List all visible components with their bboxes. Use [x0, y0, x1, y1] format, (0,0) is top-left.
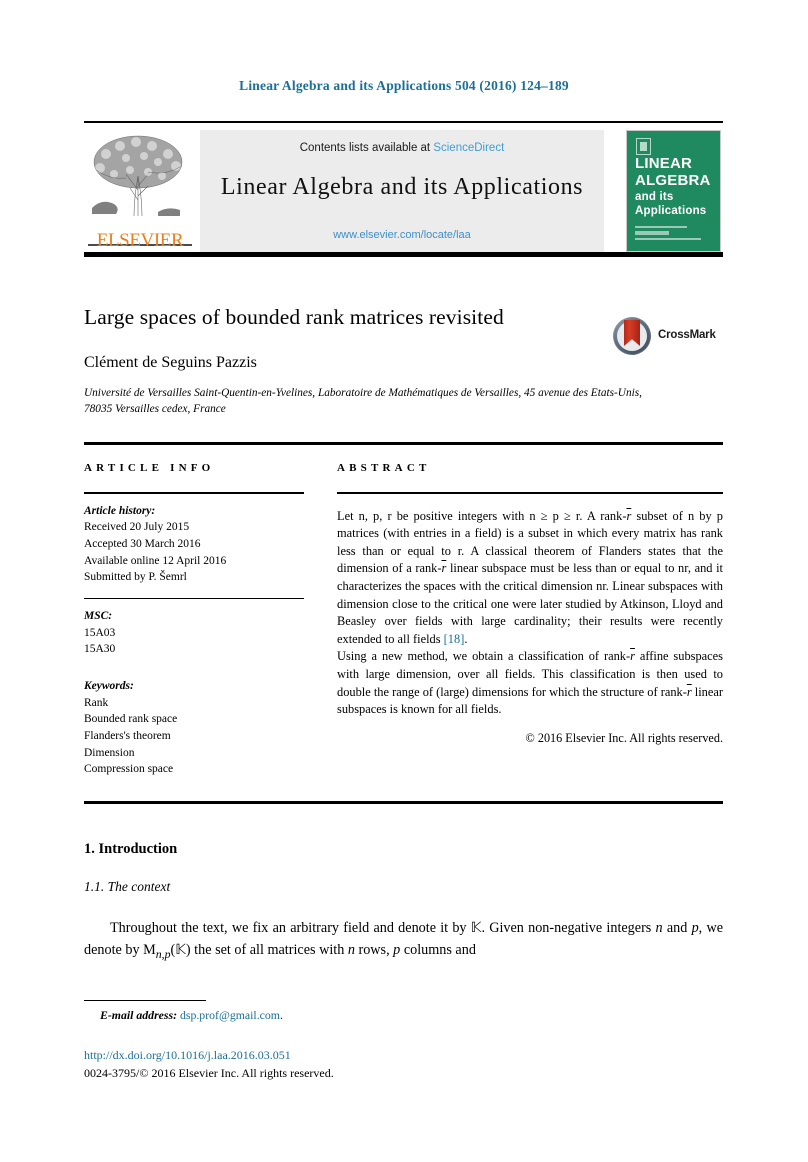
author-affiliation: Université de Versailles Saint-Quentin-e… — [84, 387, 642, 416]
var-p: p — [691, 920, 699, 936]
crossmark-circle-icon — [613, 317, 651, 355]
contents-available-line: Contents lists available at ScienceDirec… — [200, 142, 604, 154]
elsevier-tree-icon — [86, 130, 194, 226]
rule-below-abstract — [84, 801, 723, 804]
article-info-top-rule — [84, 492, 304, 494]
page-title: Large spaces of bounded rank matrices re… — [84, 305, 504, 329]
abstract-body: Let n, p, r be positive integers with n … — [337, 508, 723, 719]
contents-prefix-text: Contents lists available at — [299, 142, 434, 154]
tree-illustration — [92, 135, 183, 217]
article-info-heading: ARTICLE INFO — [84, 462, 215, 474]
keyword-item: Rank — [84, 696, 109, 709]
footnote-separator-rule — [84, 1000, 206, 1002]
crossmark-label: CrossMark — [658, 329, 716, 341]
keyword-item: Bounded rank space — [84, 713, 178, 726]
msc-item: 15A30 — [84, 643, 116, 656]
keyword-item: Flanders's theorem — [84, 730, 171, 743]
banner-bottom-rule — [84, 252, 723, 257]
body-text-g: columns and — [400, 941, 476, 958]
email-address-link[interactable]: dsp.prof@gmail.com — [180, 1008, 280, 1022]
cover-line-3: and its — [635, 191, 674, 203]
article-history-label: Article history: — [84, 504, 156, 517]
journal-title: Linear Algebra and its Applications — [220, 174, 584, 200]
field-symbol-k: 𝕂 — [470, 920, 482, 936]
matrix-subscript-np: n,p — [155, 946, 171, 961]
cover-line-2: ALGEBRA — [635, 172, 711, 189]
banner-center-panel: Contents lists available at ScienceDirec… — [200, 130, 604, 252]
abstract-column: ABSTRACT Let n, p, r be positive integer… — [337, 462, 723, 746]
title-block: Large spaces of bounded rank matrices re… — [84, 305, 723, 417]
keywords-group: Keywords: Rank Bounded rank space Flande… — [84, 678, 304, 778]
body-paragraph-1: Throughout the text, we fix an arbitrary… — [84, 918, 723, 963]
keywords-label: Keywords: — [84, 680, 134, 693]
abstract-reference-link[interactable]: [18] — [444, 632, 465, 646]
history-item: Received 20 July 2015 — [84, 521, 190, 534]
banner-top-rule — [84, 121, 723, 123]
email-label: E-mail address: — [100, 1008, 178, 1022]
cover-line-1: LINEAR — [635, 155, 693, 172]
sciencedirect-link[interactable]: ScienceDirect — [433, 142, 504, 154]
paper-page: Linear Algebra and its Applications 504 … — [0, 0, 808, 1162]
abstract-copyright: © 2016 Elsevier Inc. All rights reserved… — [525, 730, 723, 745]
abstract-top-rule — [337, 492, 723, 494]
msc-label: MSC: — [84, 610, 113, 623]
history-item: Submitted by P. Šemrl — [84, 571, 187, 584]
abstract-p2-part-a: Using a new method, we obtain a classifi… — [337, 649, 631, 664]
history-item: Available online 12 April 2016 — [84, 554, 227, 567]
rule-above-article-info — [84, 442, 723, 445]
abstract-p1-part-a: Let n, p, r be positive integers with n … — [337, 508, 627, 523]
var-n-2: n — [347, 941, 355, 958]
body-text-f: rows, — [354, 941, 394, 958]
var-n: n — [655, 920, 663, 936]
body-text-b: . Given non-negative integers — [481, 920, 656, 936]
keyword-item: Compression space — [84, 763, 174, 776]
journal-cover-thumbnail[interactable]: LINEAR ALGEBRA and its Applications — [626, 130, 721, 252]
journal-url-link[interactable]: www.elsevier.com/locate/laa — [200, 229, 604, 241]
journal-banner: ELSEVIER Contents lists available at Sci… — [84, 121, 723, 257]
section-heading-introduction: 1. Introduction — [84, 841, 178, 857]
subsection-heading-the-context: 1.1. The context — [84, 879, 171, 894]
article-info-column: ARTICLE INFO Article history: Received 2… — [84, 462, 304, 778]
history-item: Accepted 30 March 2016 — [84, 537, 201, 550]
elsevier-logo: ELSEVIER — [86, 130, 194, 252]
cover-line-4: Applications — [635, 205, 707, 217]
elsevier-wordmark: ELSEVIER — [96, 230, 184, 251]
abstract-p1-part-d: . — [464, 631, 468, 646]
abstract-paragraph-1: Let n, p, r be positive integers with n … — [337, 508, 723, 649]
crossmark-badge[interactable]: CrossMark — [613, 317, 723, 357]
msc-group: MSC: 15A03 15A30 — [84, 608, 304, 658]
email-footnote: E-mail address: dsp.prof@gmail.com. — [84, 1008, 283, 1023]
doi-link[interactable]: http://dx.doi.org/10.1016/j.laa.2016.03.… — [84, 1048, 291, 1063]
article-history-bottom-rule — [84, 597, 304, 600]
email-period: . — [279, 1008, 283, 1022]
article-history-group: Article history: Received 20 July 2015 A… — [84, 503, 304, 586]
abstract-heading: ABSTRACT — [337, 462, 431, 474]
cover-emblem-icon — [636, 138, 651, 155]
issn-copyright-line: 0024-3795/© 2016 Elsevier Inc. All right… — [84, 1066, 334, 1080]
abstract-paragraph-2: Using a new method, we obtain a classifi… — [337, 648, 723, 718]
body-text-c: and — [662, 920, 692, 936]
msc-item: 15A03 — [84, 626, 116, 639]
body-text-a: Throughout the text, we fix an arbitrary… — [110, 920, 471, 936]
body-text-e: (𝕂) the set of all matrices with — [170, 941, 348, 958]
running-head: Linear Algebra and its Applications 504 … — [239, 78, 569, 93]
keyword-item: Dimension — [84, 746, 135, 759]
cover-footer-marks — [635, 226, 713, 243]
